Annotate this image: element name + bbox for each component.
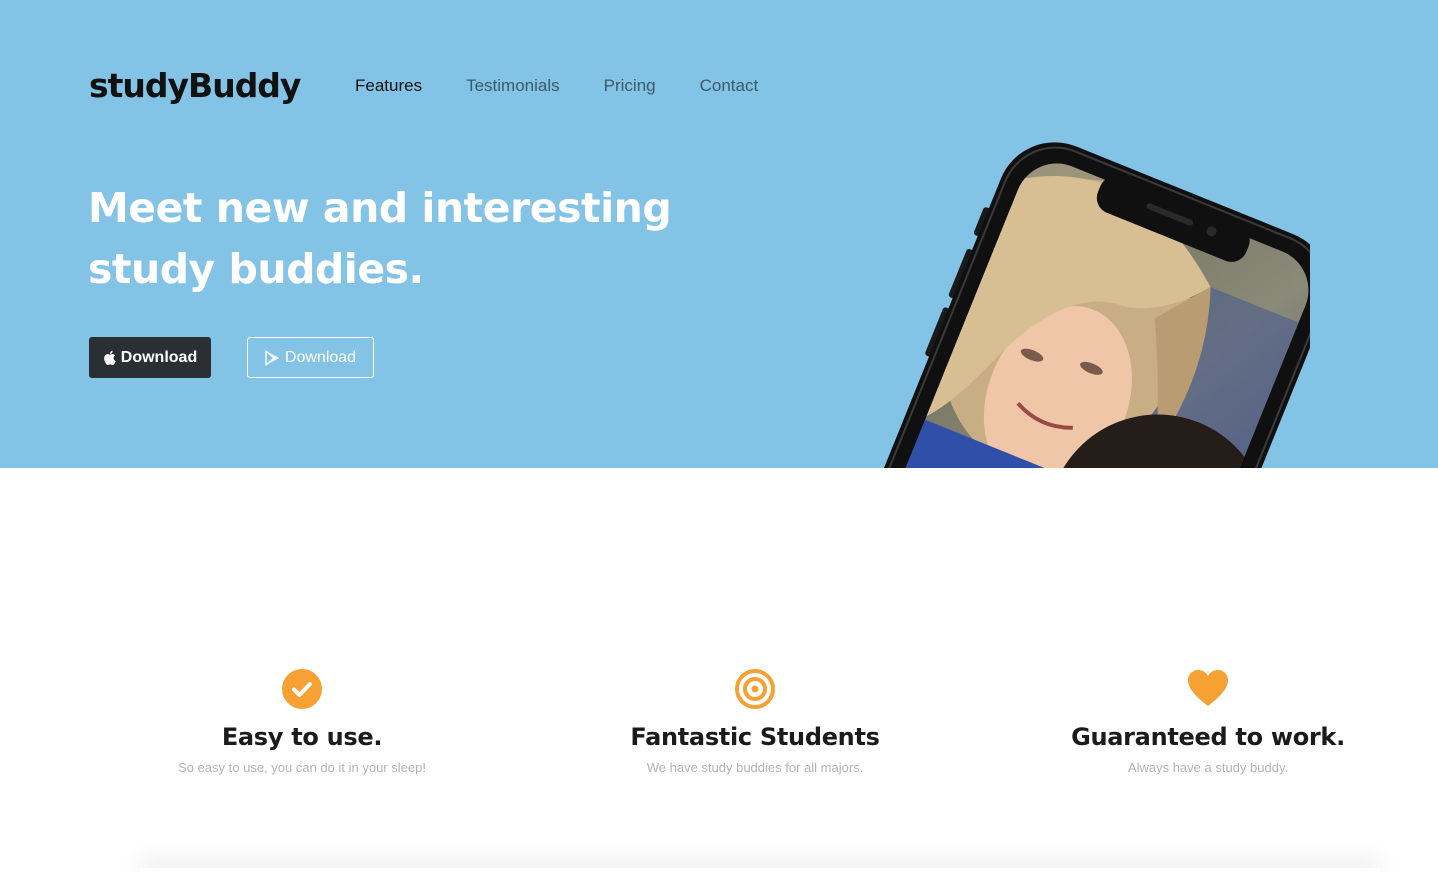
nav-item-features[interactable]: Features bbox=[355, 76, 422, 96]
feature-fantastic-students: Fantastic Students We have study buddies… bbox=[565, 668, 945, 776]
target-icon bbox=[734, 668, 776, 710]
google-play-download-label: Download bbox=[284, 348, 357, 366]
nav-item-pricing[interactable]: Pricing bbox=[604, 76, 656, 96]
heart-icon bbox=[1187, 668, 1229, 710]
apple-download-button[interactable]: Download bbox=[89, 337, 211, 378]
hero-section: studyBuddy Features Testimonials Pricing… bbox=[0, 0, 1438, 468]
google-play-icon bbox=[265, 349, 280, 366]
feature-title: Fantastic Students bbox=[630, 723, 880, 751]
feature-description: So easy to use, you can do it in your sl… bbox=[178, 760, 426, 775]
google-play-download-button[interactable]: Download bbox=[247, 337, 374, 378]
feature-title: Guaranteed to work. bbox=[1071, 723, 1345, 751]
feature-guaranteed: Guaranteed to work. Always have a study … bbox=[1018, 668, 1398, 776]
feature-easy-to-use: Easy to use. So easy to use, you can do … bbox=[112, 668, 492, 776]
feature-description: We have study buddies for all majors. bbox=[646, 760, 864, 775]
phone-mockup bbox=[790, 140, 1330, 468]
next-section-edge bbox=[140, 868, 1380, 872]
nav-item-testimonials[interactable]: Testimonials bbox=[466, 76, 560, 96]
main-nav: Features Testimonials Pricing Contact bbox=[355, 76, 802, 96]
hero-headline: Meet new and interesting study buddies. bbox=[88, 184, 672, 293]
nav-item-contact[interactable]: Contact bbox=[700, 76, 759, 96]
apple-icon bbox=[103, 350, 116, 365]
feature-title: Easy to use. bbox=[221, 723, 383, 751]
checkmark-circle-icon bbox=[281, 668, 323, 710]
brand-logo[interactable]: studyBuddy bbox=[89, 66, 301, 105]
feature-description: Always have a study buddy. bbox=[1127, 760, 1289, 775]
apple-download-label: Download bbox=[120, 348, 198, 366]
